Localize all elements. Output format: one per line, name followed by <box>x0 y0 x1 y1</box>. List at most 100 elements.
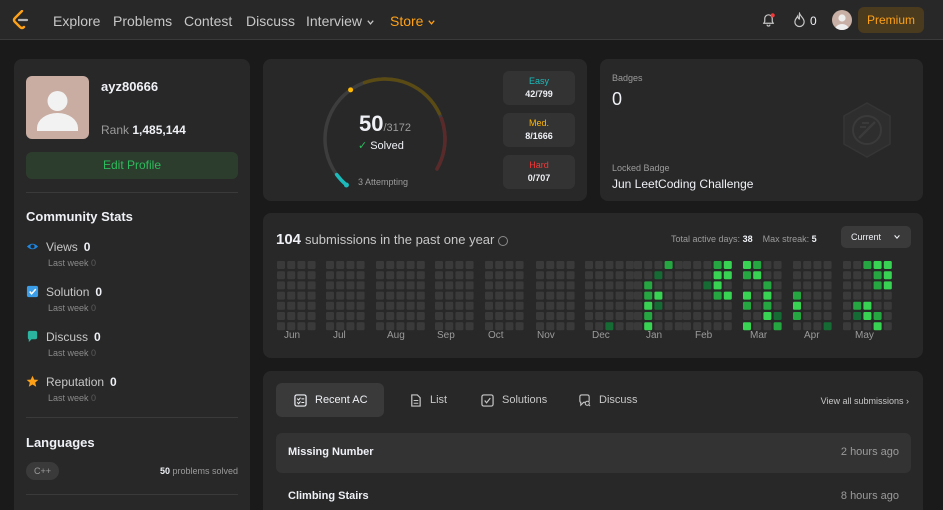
heatmap-cell[interactable] <box>853 271 862 280</box>
heatmap-cell[interactable] <box>465 261 474 269</box>
language-chip[interactable]: C++ <box>26 462 60 480</box>
heatmap-cell[interactable] <box>644 312 653 320</box>
heatmap-cell[interactable] <box>485 312 493 320</box>
heatmap-cell[interactable] <box>495 322 504 331</box>
heatmap-cell[interactable] <box>336 271 345 280</box>
heatmap-cell[interactable] <box>863 291 872 300</box>
heatmap-cell[interactable] <box>356 312 365 320</box>
heatmap-cell[interactable] <box>376 271 384 280</box>
heatmap-cell[interactable] <box>853 322 862 331</box>
heatmap-cell[interactable] <box>813 312 822 320</box>
heatmap-cell[interactable] <box>683 322 691 331</box>
heatmap-cell[interactable] <box>723 281 732 290</box>
heatmap-cell[interactable] <box>605 271 614 280</box>
heatmap-cell[interactable] <box>654 281 663 290</box>
heatmap-cell[interactable] <box>703 291 712 300</box>
heatmap-cell[interactable] <box>595 261 604 269</box>
heatmap-cell[interactable] <box>723 322 732 331</box>
heatmap-cell[interactable] <box>455 322 464 331</box>
heatmap-cell[interactable] <box>853 312 862 320</box>
heatmap-cell[interactable] <box>287 291 296 300</box>
heatmap-cell[interactable] <box>773 261 782 269</box>
heatmap-cell[interactable] <box>793 281 801 290</box>
heatmap-cell[interactable] <box>546 301 555 310</box>
heatmap-cell[interactable] <box>634 261 642 269</box>
heatmap-cell[interactable] <box>297 291 306 300</box>
heatmap-cell[interactable] <box>356 281 365 290</box>
nav-problems[interactable]: Problems <box>113 13 172 29</box>
heatmap-cell[interactable] <box>803 301 812 310</box>
heatmap-cell[interactable] <box>615 312 624 320</box>
heatmap-cell[interactable] <box>823 291 832 300</box>
heatmap-cell[interactable] <box>595 312 604 320</box>
heatmap-cell[interactable] <box>515 312 524 320</box>
heatmap-cell[interactable] <box>634 281 642 290</box>
heatmap-cell[interactable] <box>595 271 604 280</box>
heatmap-cell[interactable] <box>435 281 443 290</box>
heatmap-cell[interactable] <box>605 291 614 300</box>
heatmap-cell[interactable] <box>763 271 772 280</box>
heatmap-cell[interactable] <box>644 271 653 280</box>
nav-explore[interactable]: Explore <box>53 13 100 29</box>
heatmap-cell[interactable] <box>813 291 822 300</box>
heatmap-cell[interactable] <box>683 261 691 269</box>
heatmap-cell[interactable] <box>435 261 443 269</box>
heatmap-cell[interactable] <box>356 271 365 280</box>
heatmap-cell[interactable] <box>416 271 425 280</box>
heatmap-cell[interactable] <box>664 322 673 331</box>
heatmap-cell[interactable] <box>585 322 593 331</box>
heatmap-cell[interactable] <box>743 291 751 300</box>
heatmap-cell[interactable] <box>346 271 355 280</box>
heatmap-cell[interactable] <box>625 312 634 320</box>
heatmap-cell[interactable] <box>703 281 712 290</box>
heatmap-cell[interactable] <box>843 301 851 310</box>
heatmap-cell[interactable] <box>326 281 334 290</box>
heatmap-cell[interactable] <box>536 261 544 269</box>
heatmap-cell[interactable] <box>445 322 454 331</box>
heatmap-cell[interactable] <box>556 291 565 300</box>
heatmap-cell[interactable] <box>376 322 384 331</box>
heatmap-cell[interactable] <box>823 322 832 331</box>
heatmap-cell[interactable] <box>326 322 334 331</box>
heatmap-cell[interactable] <box>515 271 524 280</box>
heatmap-cell[interactable] <box>465 281 474 290</box>
heatmap-cell[interactable] <box>793 301 801 310</box>
heatmap-cell[interactable] <box>863 261 872 269</box>
heatmap-cell[interactable] <box>773 291 782 300</box>
heatmap-cell[interactable] <box>505 322 514 331</box>
heatmap-cell[interactable] <box>485 261 493 269</box>
heatmap-cell[interactable] <box>505 271 514 280</box>
heatmap-cell[interactable] <box>505 312 514 320</box>
heatmap-cell[interactable] <box>515 301 524 310</box>
heatmap-cell[interactable] <box>585 312 593 320</box>
heatmap-cell[interactable] <box>753 312 762 320</box>
tab-discuss[interactable]: Discuss <box>570 383 646 417</box>
heatmap-cell[interactable] <box>693 271 702 280</box>
heatmap-cell[interactable] <box>703 271 712 280</box>
heatmap-cell[interactable] <box>396 271 405 280</box>
heatmap-cell[interactable] <box>386 281 395 290</box>
heatmap-cell[interactable] <box>863 271 872 280</box>
heatmap-cell[interactable] <box>406 281 415 290</box>
heatmap-cell[interactable] <box>793 261 801 269</box>
heatmap-cell[interactable] <box>445 291 454 300</box>
heatmap-cell[interactable] <box>843 322 851 331</box>
heatmap-cell[interactable] <box>297 271 306 280</box>
heatmap-cell[interactable] <box>654 312 663 320</box>
heatmap-cell[interactable] <box>873 271 882 280</box>
heatmap-cell[interactable] <box>406 312 415 320</box>
heatmap-cell[interactable] <box>595 291 604 300</box>
heatmap-cell[interactable] <box>356 291 365 300</box>
heatmap-cell[interactable] <box>773 322 782 331</box>
heatmap-cell[interactable] <box>713 322 722 331</box>
heatmap-cell[interactable] <box>307 301 316 310</box>
heatmap-cell[interactable] <box>396 261 405 269</box>
heatmap-cell[interactable] <box>585 271 593 280</box>
heatmap-cell[interactable] <box>546 281 555 290</box>
heatmap-cell[interactable] <box>625 281 634 290</box>
heatmap-cell[interactable] <box>546 291 555 300</box>
heatmap-cell[interactable] <box>465 271 474 280</box>
heatmap-cell[interactable] <box>505 281 514 290</box>
heatmap-cell[interactable] <box>406 301 415 310</box>
heatmap-cell[interactable] <box>883 301 892 310</box>
